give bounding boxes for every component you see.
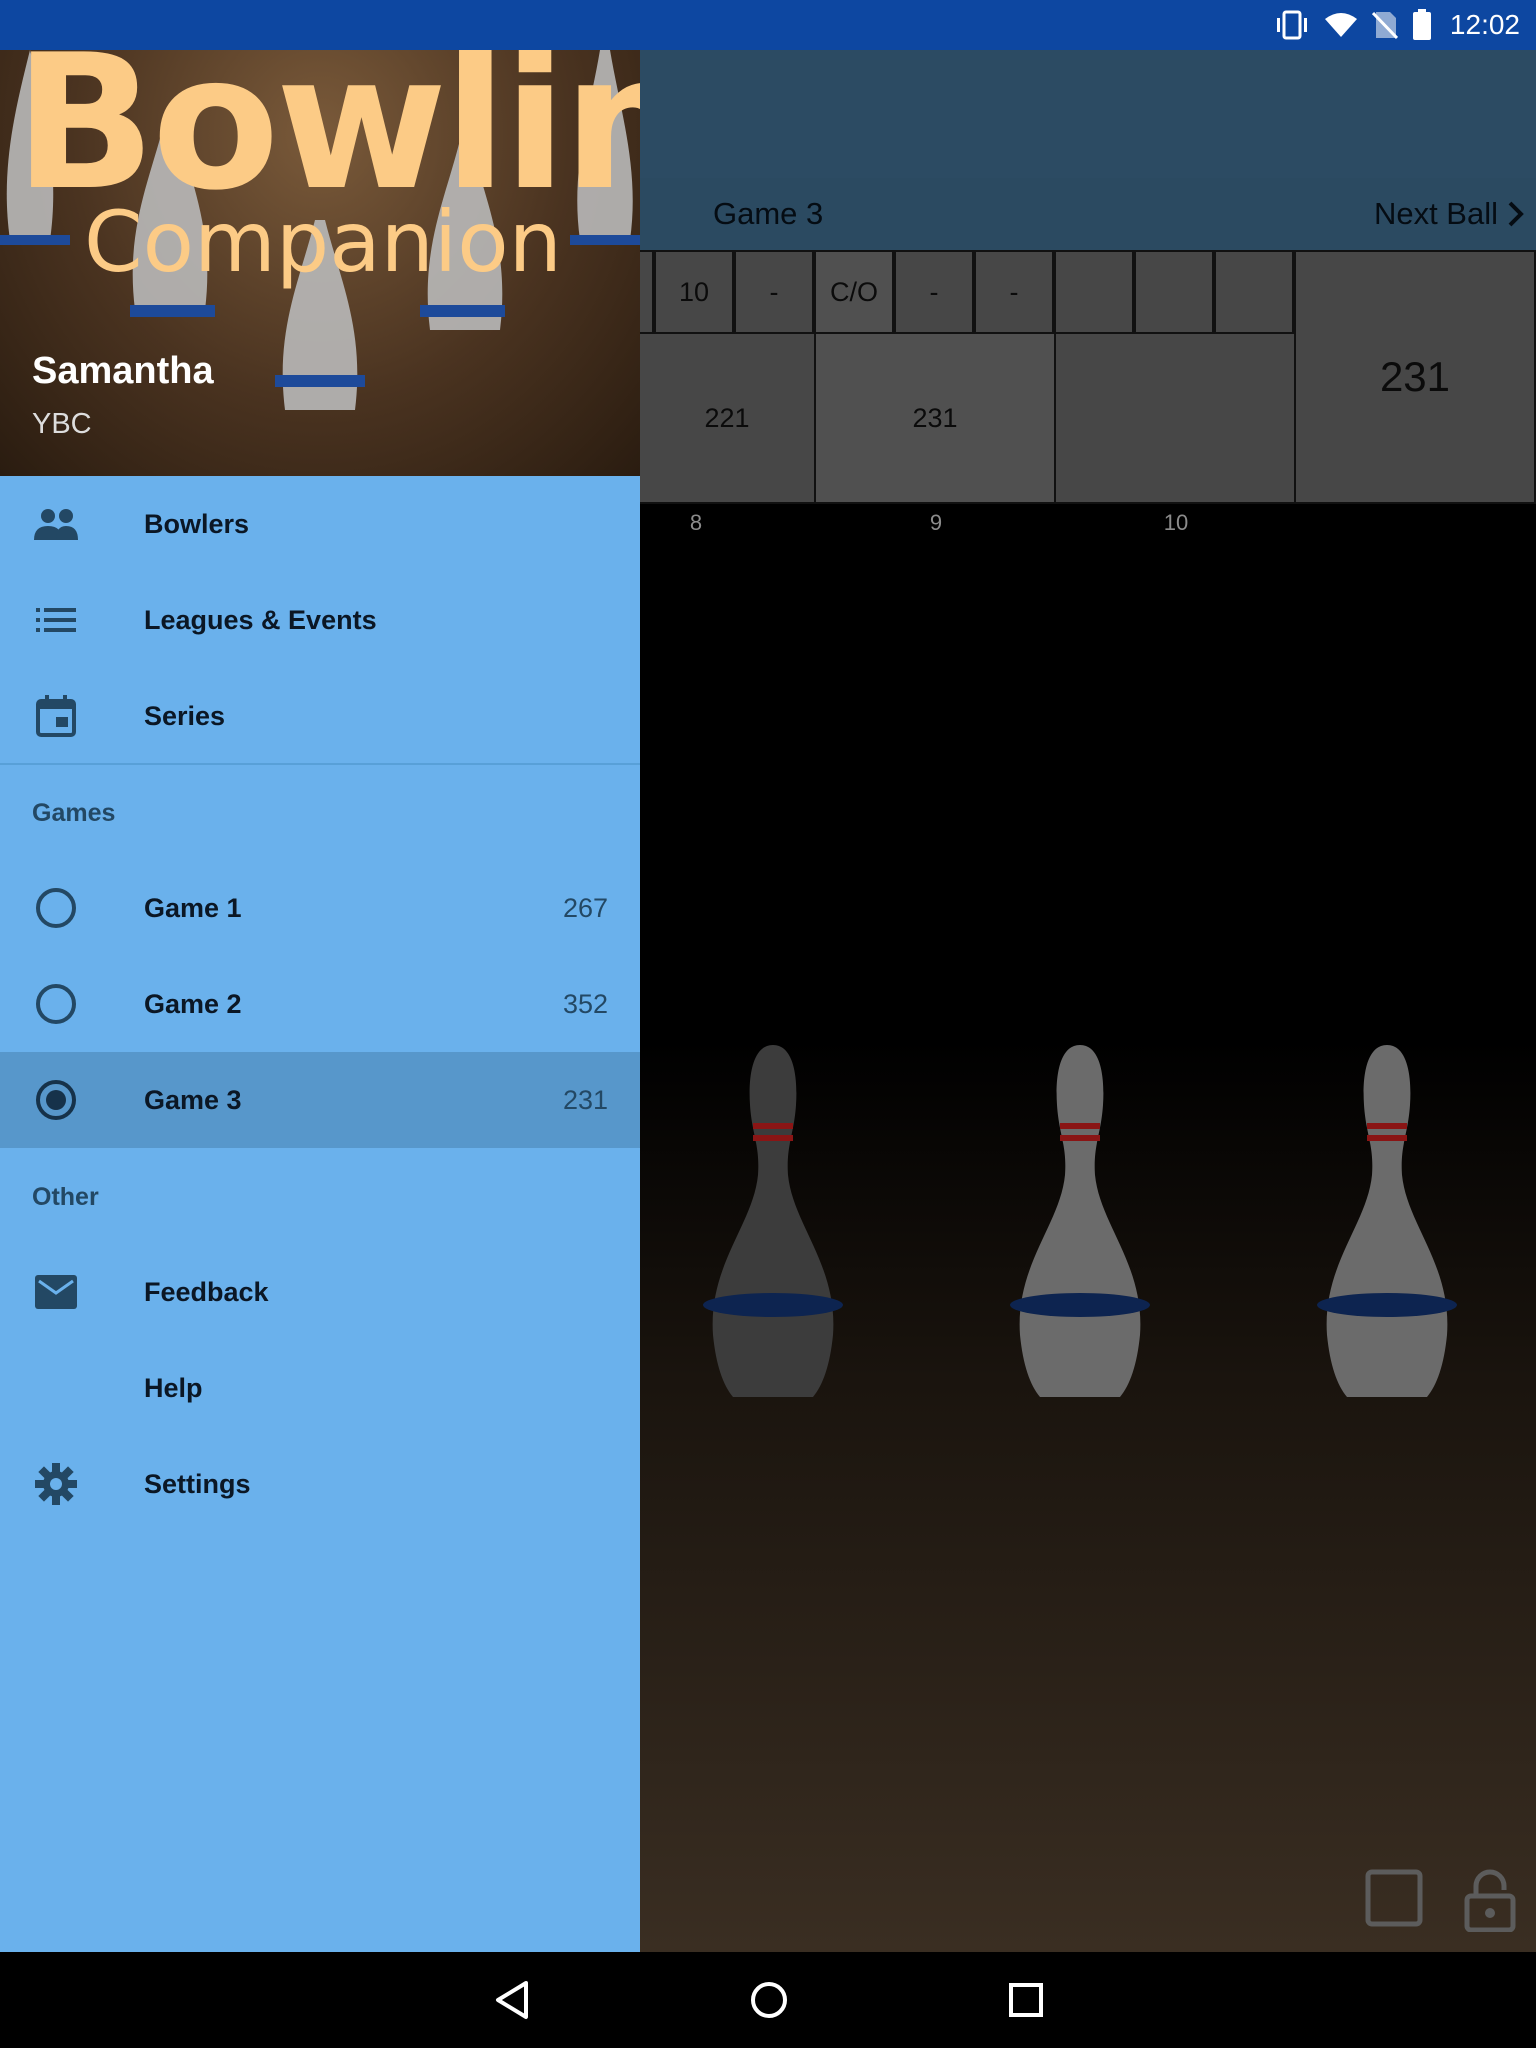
ball-box: -: [894, 250, 974, 334]
lock-open-icon[interactable]: [1464, 1868, 1516, 1932]
ball-box: C/O: [814, 250, 894, 334]
nav-item-game-2[interactable]: Game 2 352: [0, 956, 640, 1052]
game-screen: Game 3 Next Ball 10 - C/O - - 221 231 23…: [640, 50, 1536, 1952]
profile-name[interactable]: Samantha: [32, 350, 214, 393]
next-ball-button[interactable]: Next Ball: [1374, 196, 1526, 232]
nav-item-label: Game 1: [144, 892, 242, 923]
square-icon[interactable]: [1364, 1868, 1424, 1928]
status-icons: 12:02: [1274, 0, 1520, 50]
vibrate-icon: [1276, 10, 1307, 40]
back-icon[interactable]: [494, 1980, 530, 2020]
radio-checked-icon: [32, 1076, 80, 1124]
ball-box: [1054, 250, 1134, 334]
system-navigation-bar: [0, 1952, 1536, 2048]
game-score: 267: [562, 892, 608, 923]
ball-box: [1214, 250, 1294, 334]
frame-number: 8: [689, 510, 703, 535]
battery-icon: [1412, 9, 1431, 40]
ball-box: -: [734, 250, 814, 334]
nav-item-label: Feedback: [144, 1276, 269, 1307]
nav-item-label: Series: [144, 700, 226, 731]
frame-number: 9: [929, 510, 943, 535]
nav-item-label: Leagues & Events: [144, 604, 377, 635]
bowling-pin-icon[interactable]: [698, 1035, 848, 1435]
ball-box: [640, 250, 654, 334]
nav-item-label: Bowlers: [144, 508, 250, 539]
chevron-right-icon: [1508, 201, 1524, 227]
mail-icon: [32, 1268, 80, 1316]
home-icon[interactable]: [749, 1980, 789, 2020]
frame-score: 231: [814, 332, 1056, 504]
status-bar: 12:02: [0, 0, 1536, 50]
ball-box: 10: [654, 250, 734, 334]
app-logo-line2: Companion: [84, 193, 562, 291]
nav-item-label: Help: [144, 1372, 203, 1403]
game-header: Game 3 Next Ball: [640, 178, 1536, 250]
profile-subtitle: YBC: [32, 408, 92, 440]
bowling-pin-icon[interactable]: [1312, 1035, 1462, 1435]
frame-score: [1054, 332, 1296, 504]
section-header-games: Games: [32, 799, 116, 827]
scoreboard[interactable]: 10 - C/O - - 221 231 231: [640, 250, 1536, 504]
ball-box: [1134, 250, 1214, 334]
game-score: 231: [562, 1084, 608, 1115]
nav-item-game-3[interactable]: Game 3 231: [0, 1052, 640, 1148]
nav-item-label: Game 2: [144, 988, 242, 1019]
app-logo-line1: Bowling: [14, 50, 640, 231]
game-action-icons: [1364, 1868, 1516, 1932]
recents-icon[interactable]: [1008, 1982, 1044, 2018]
section-header-other: Other: [32, 1183, 99, 1211]
nav-item-settings[interactable]: Settings: [0, 1436, 640, 1532]
nav-item-leagues-events[interactable]: Leagues & Events: [0, 572, 640, 668]
wifi-icon: [1324, 13, 1357, 37]
drawer-header: Bowling Companion Samantha YBC: [0, 50, 640, 476]
frame-score: 221: [640, 332, 816, 504]
app-toolbar: [640, 50, 1536, 178]
radio-unchecked-icon: [32, 884, 80, 932]
nav-item-game-1[interactable]: Game 1 267: [0, 860, 640, 956]
nav-item-label: Game 3: [144, 1084, 242, 1115]
nav-item-bowlers[interactable]: Bowlers: [0, 476, 640, 572]
people-icon: [32, 500, 80, 548]
total-score: 231: [1294, 250, 1536, 504]
drawer-divider: [0, 763, 640, 765]
nav-item-help[interactable]: Help: [0, 1340, 640, 1436]
gear-icon: [32, 1460, 80, 1508]
no-sim-icon: [1371, 11, 1398, 40]
radio-unchecked-icon: [32, 980, 80, 1028]
frame-number: 10: [1163, 510, 1189, 535]
status-time: 12:02: [1449, 9, 1520, 40]
game-title: Game 3: [713, 196, 824, 231]
navigation-drawer: Bowling Companion Samantha YBC Bowlers L…: [0, 50, 640, 1952]
next-ball-label: Next Ball: [1373, 196, 1498, 231]
nav-item-feedback[interactable]: Feedback: [0, 1244, 640, 1340]
nav-item-series[interactable]: Series: [0, 668, 640, 764]
ball-box: -: [974, 250, 1054, 334]
calendar-icon: [32, 692, 80, 740]
bowling-pin-icon[interactable]: [1005, 1035, 1155, 1435]
list-icon: [32, 596, 80, 644]
game-score: 352: [562, 988, 608, 1019]
nav-item-label: Settings: [144, 1468, 251, 1499]
